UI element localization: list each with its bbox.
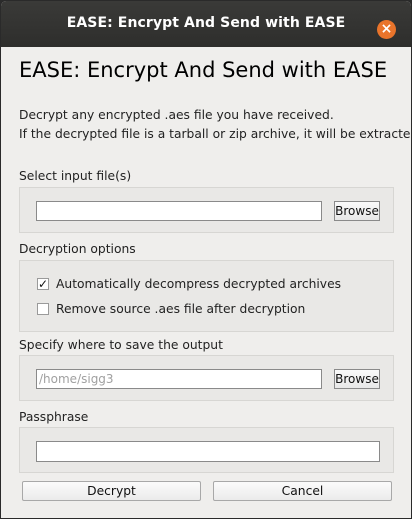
title-bar[interactable]: EASE: Encrypt And Send with EASE ×	[1, 1, 411, 47]
decrypt-button[interactable]: Decrypt	[22, 481, 201, 501]
options-panel: ✓ Automatically decompress decrypted arc…	[19, 260, 394, 332]
output-panel: /home/sigg3 Browse	[19, 355, 394, 401]
close-icon: ×	[380, 21, 393, 37]
output-browse-button[interactable]: Browse	[334, 369, 380, 389]
close-button[interactable]: ×	[377, 20, 396, 39]
input-browse-button[interactable]: Browse	[334, 201, 380, 221]
description-line-2: If the decrypted file is a tarball or zi…	[19, 127, 412, 141]
output-section-label: Specify where to save the output	[19, 338, 223, 352]
decompress-option-label: Automatically decompress decrypted archi…	[56, 277, 342, 291]
passphrase-field[interactable]	[36, 441, 380, 462]
page-title: EASE: Encrypt And Send with EASE	[19, 58, 388, 82]
dialog-content: EASE: Encrypt And Send with EASE Decrypt…	[1, 47, 412, 518]
input-file-panel: Browse	[19, 187, 394, 233]
output-path-field[interactable]: /home/sigg3	[36, 369, 322, 389]
input-file-field[interactable]	[36, 201, 322, 221]
description-line-1: Decrypt any encrypted .aes file you have…	[19, 108, 334, 122]
app-window: EASE: Encrypt And Send with EASE × EASE:…	[0, 0, 412, 519]
passphrase-section-label: Passphrase	[19, 410, 89, 424]
input-section-label: Select input file(s)	[19, 169, 132, 183]
window-title: EASE: Encrypt And Send with EASE	[66, 15, 346, 31]
passphrase-panel	[19, 427, 394, 473]
decompress-checkbox[interactable]: ✓	[37, 278, 49, 290]
options-section-label: Decryption options	[19, 242, 136, 256]
cancel-button[interactable]: Cancel	[213, 481, 392, 501]
checkmark-icon: ✓	[38, 277, 49, 291]
remove-source-option-label: Remove source .aes file after decryption	[56, 302, 306, 316]
remove-source-checkbox[interactable]	[37, 303, 49, 315]
